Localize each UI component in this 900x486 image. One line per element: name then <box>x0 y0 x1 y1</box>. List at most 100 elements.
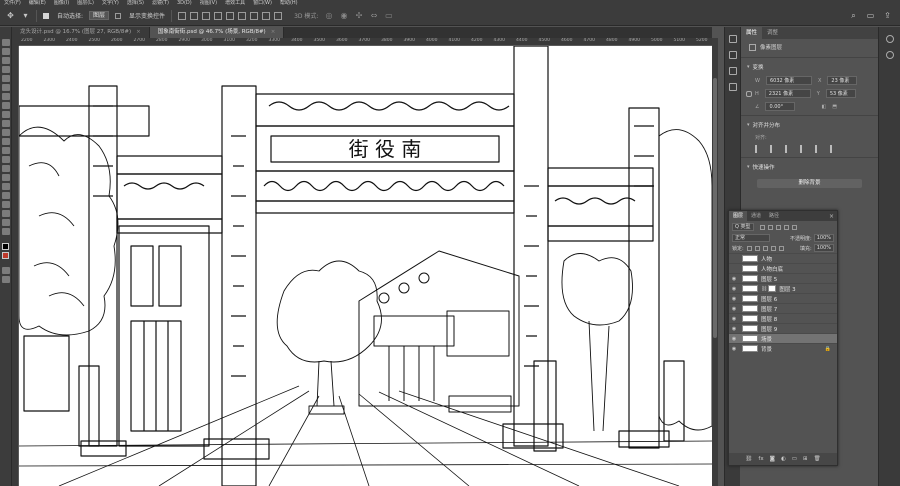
align-top-icon[interactable] <box>214 11 223 20</box>
align-vcenter-icon[interactable] <box>815 145 823 153</box>
learn-icon[interactable] <box>885 35 894 43</box>
height-field[interactable]: 2321 像素 <box>764 89 811 98</box>
eraser-tool-icon[interactable] <box>1 138 10 145</box>
align-bottom-icon[interactable] <box>830 145 838 153</box>
crop-tool-icon[interactable] <box>1 75 10 82</box>
close-icon[interactable]: × <box>136 29 141 35</box>
hand-tool-icon[interactable] <box>1 210 10 217</box>
libraries-icon[interactable] <box>728 83 737 91</box>
flip-horizontal-icon[interactable]: ◧ <box>821 104 826 110</box>
visibility-eye-icon[interactable]: ◉ <box>729 276 739 282</box>
visibility-eye-icon[interactable]: ◉ <box>729 286 739 292</box>
opacity-field[interactable]: 100% <box>813 234 834 242</box>
scale-3d-icon[interactable]: ▭ <box>384 11 393 20</box>
fx-icon[interactable]: fx <box>758 456 763 462</box>
close-icon[interactable]: × <box>271 29 276 35</box>
align-hcenter-icon[interactable] <box>770 145 778 153</box>
visibility-eye-icon[interactable]: ◉ <box>729 326 739 332</box>
document-canvas[interactable]: 街 役 南 <box>19 46 712 486</box>
filter-adjust-icon[interactable] <box>767 224 773 230</box>
brush-settings-icon[interactable] <box>885 51 894 59</box>
healing-tool-icon[interactable] <box>1 102 10 109</box>
show-transform-checkbox[interactable] <box>115 12 122 19</box>
auto-select-dropdown[interactable]: 图层 <box>89 11 110 20</box>
ruler-corner[interactable] <box>12 38 19 46</box>
filter-type-icon[interactable] <box>775 224 781 230</box>
more-tools-icon[interactable] <box>1 228 10 235</box>
folder-icon[interactable]: ▭ <box>792 456 797 462</box>
layer-row[interactable]: ◉ 图层 7 <box>729 303 837 313</box>
layer-row[interactable]: ◉ 图层 9 <box>729 323 837 333</box>
layer-row[interactable]: ◉ 图层 5 <box>729 273 837 283</box>
history-brush-tool-icon[interactable] <box>1 129 10 136</box>
close-icon[interactable]: × <box>829 213 834 220</box>
brush-tool-icon[interactable] <box>1 111 10 118</box>
blur-tool-icon[interactable] <box>1 156 10 163</box>
flip-vertical-icon[interactable]: ⬒ <box>832 104 837 110</box>
distribute-icon[interactable] <box>274 11 283 20</box>
lock-artboard-icon[interactable] <box>770 245 776 251</box>
lock-position-icon[interactable] <box>762 245 768 251</box>
tab-layers[interactable]: 图层 <box>729 211 748 221</box>
angle-field[interactable]: 0.00° <box>765 102 796 111</box>
color-icon[interactable] <box>728 51 737 59</box>
dodge-tool-icon[interactable] <box>1 165 10 172</box>
layer-row[interactable]: ◉ 图层 8 <box>729 313 837 323</box>
stamp-tool-icon[interactable] <box>1 120 10 127</box>
layer-row[interactable]: 人物白底 <box>729 263 837 273</box>
gradient-tool-icon[interactable] <box>1 147 10 154</box>
swatches-icon[interactable] <box>728 67 737 75</box>
align-bottom-icon[interactable] <box>238 11 247 20</box>
width-field[interactable]: 6032 像素 <box>765 76 812 85</box>
quick-select-tool-icon[interactable] <box>1 66 10 73</box>
remove-background-button[interactable]: 删除背景 <box>757 179 862 188</box>
blend-mode-select[interactable]: 正常 <box>732 234 770 242</box>
frame-tool-icon[interactable] <box>1 84 10 91</box>
zoom-tool-icon[interactable] <box>1 219 10 226</box>
y-field[interactable]: 53 像素 <box>825 89 856 98</box>
vertical-ruler[interactable] <box>12 46 19 486</box>
layer-mask-thumbnail[interactable] <box>768 285 777 292</box>
tab-channels[interactable]: 通道 <box>747 211 765 221</box>
layer-row[interactable]: ◉ 图层 6 <box>729 293 837 303</box>
lasso-tool-icon[interactable] <box>1 57 10 64</box>
slide-3d-icon[interactable]: ⇔ <box>369 11 378 20</box>
x-field[interactable]: 23 像素 <box>827 76 858 85</box>
path-select-tool-icon[interactable] <box>1 192 10 199</box>
scrollbar-thumb[interactable] <box>713 78 717 338</box>
tab-paths[interactable]: 路径 <box>765 211 783 221</box>
pen-tool-icon[interactable] <box>1 174 10 181</box>
lock-pixels-icon[interactable] <box>754 245 760 251</box>
share-icon[interactable]: ⇪ <box>883 11 892 20</box>
lock-transparent-icon[interactable] <box>746 245 752 251</box>
filter-smart-icon[interactable] <box>791 224 797 230</box>
align-vcenter-icon[interactable] <box>226 11 235 20</box>
eyedropper-tool-icon[interactable] <box>1 93 10 100</box>
auto-select-checkbox[interactable] <box>43 12 49 19</box>
visibility-eye-icon[interactable]: ◉ <box>729 336 739 342</box>
link-icon[interactable]: ⛓ <box>745 456 752 462</box>
layer-kind-filter[interactable]: Q 类型 <box>732 223 754 231</box>
align-hcenter-icon[interactable] <box>190 11 199 20</box>
mask-link-icon[interactable]: ⛓ <box>761 286 767 292</box>
distribute-icon[interactable] <box>250 11 259 20</box>
trash-icon[interactable]: 🗑 <box>814 456 821 462</box>
pan-3d-icon[interactable]: ✣ <box>354 11 363 20</box>
align-top-icon[interactable] <box>800 145 808 153</box>
marquee-tool-icon[interactable] <box>1 48 10 55</box>
link-icon[interactable] <box>746 90 752 97</box>
layer-row[interactable]: ◉ 背景 🔒 <box>729 343 837 353</box>
lock-all-icon[interactable] <box>778 245 784 251</box>
layer-row[interactable]: ◉ 场景 <box>729 333 837 343</box>
transform-section-title[interactable]: 变换 <box>741 60 878 74</box>
background-color-swatch[interactable] <box>2 252 9 259</box>
chevron-down-icon[interactable]: ▾ <box>21 11 30 20</box>
move-tool-icon[interactable]: ✥ <box>6 11 15 20</box>
search-icon[interactable]: ⌕ <box>849 11 858 20</box>
horizontal-ruler[interactable]: 2200 2300 2400 2500 2600 2700 2800 2900 3000 3100… <box>19 38 712 46</box>
vertical-scrollbar[interactable] <box>712 38 718 486</box>
tab-properties[interactable]: 属性 <box>741 27 763 39</box>
fill-field[interactable]: 100% <box>813 244 834 252</box>
align-left-icon[interactable] <box>755 145 763 153</box>
quick-actions-title[interactable]: 快速操作 <box>741 160 878 174</box>
